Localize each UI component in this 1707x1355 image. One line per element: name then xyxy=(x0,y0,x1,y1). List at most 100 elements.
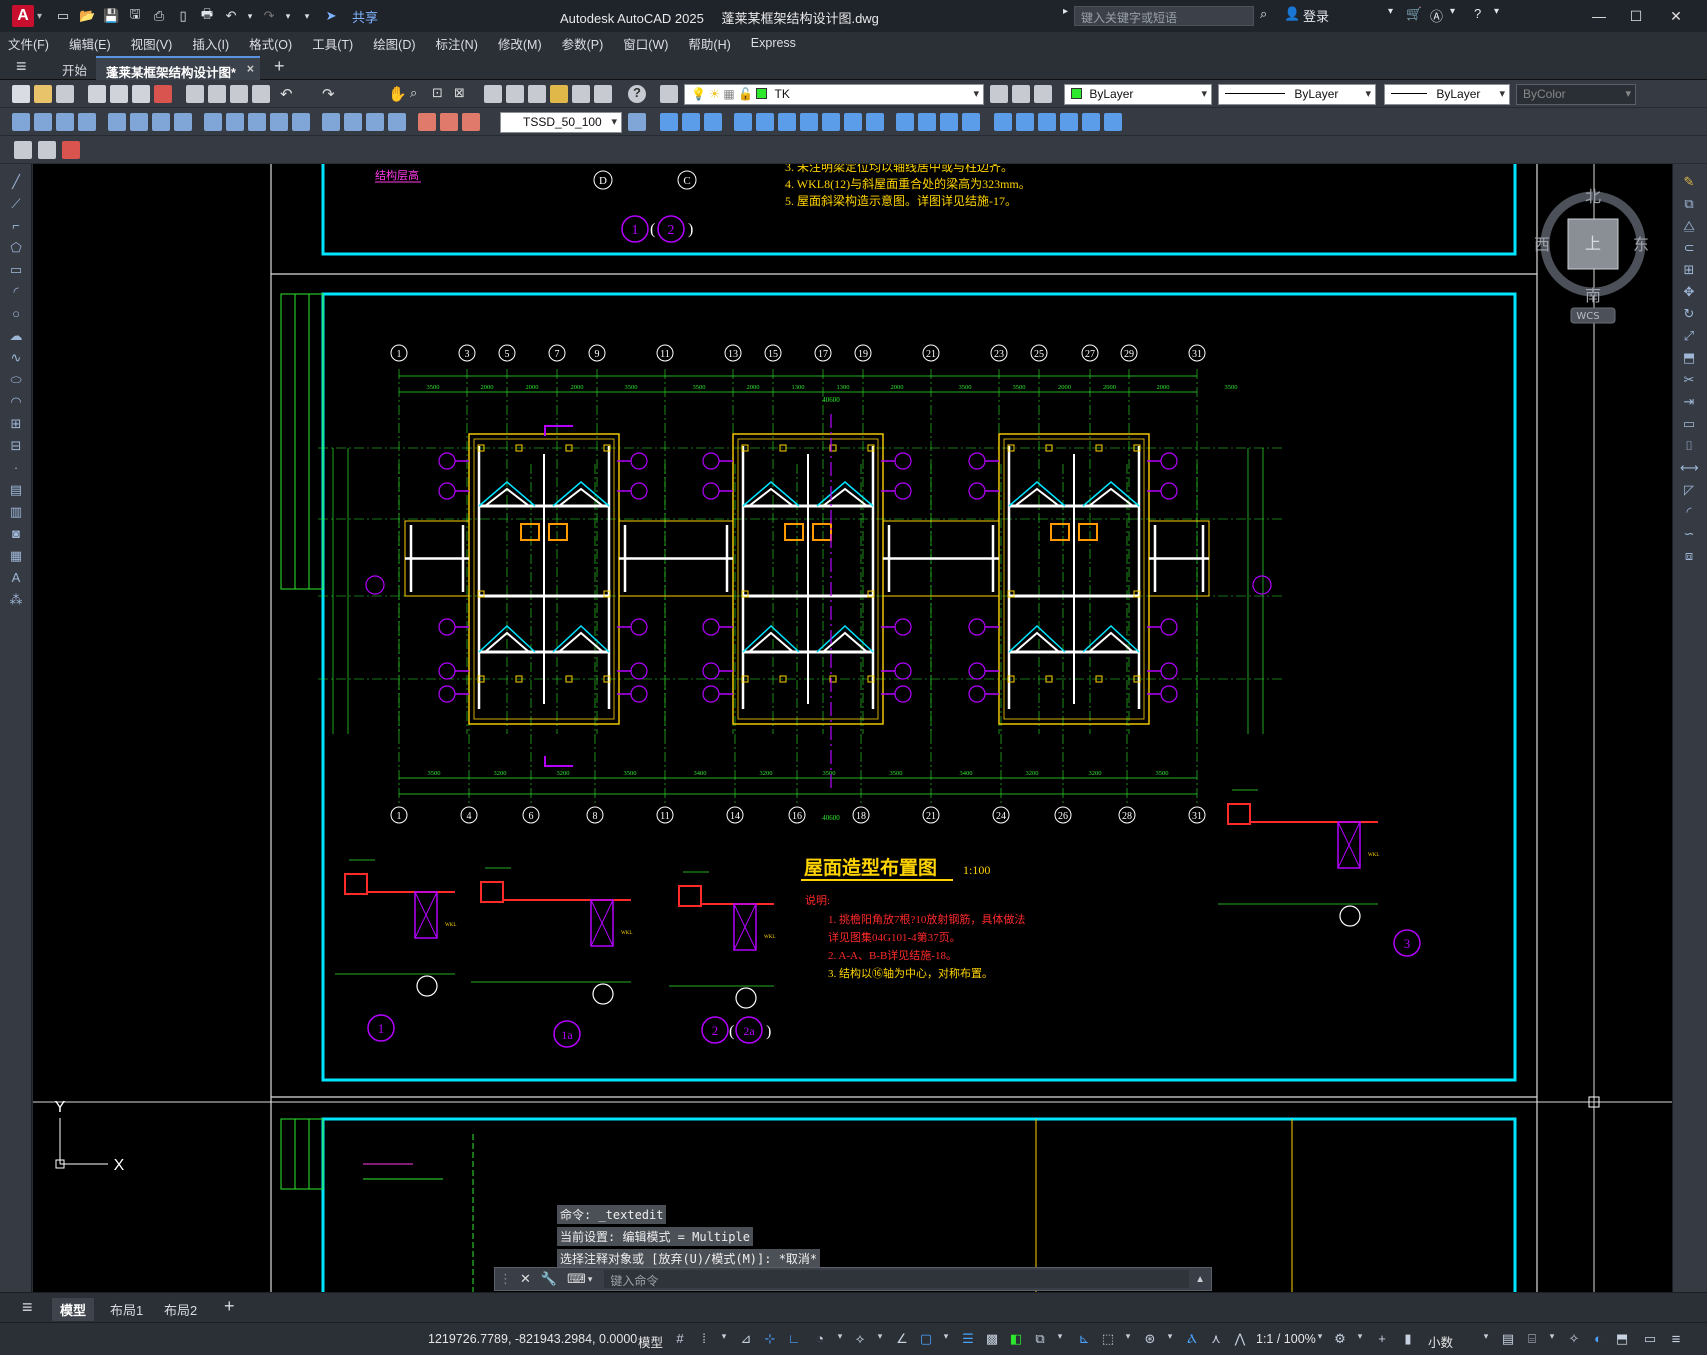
snap-dropdown-icon[interactable]: ▾ xyxy=(716,1331,732,1347)
view-back-icon[interactable] xyxy=(778,113,796,131)
save-as-icon[interactable]: 🖫 xyxy=(126,6,144,25)
copy-object-icon[interactable]: ⧉ xyxy=(1680,196,1698,212)
isodraft-icon[interactable]: ⟡ xyxy=(852,1331,868,1347)
isolate-objects-icon[interactable]: ✧ xyxy=(1566,1331,1582,1347)
tab-model[interactable]: 模型 xyxy=(52,1298,95,1321)
stretch-icon[interactable]: ⬒ xyxy=(1680,350,1698,366)
ucs-previous-icon[interactable] xyxy=(1038,113,1056,131)
new-file-icon[interactable]: ▭ xyxy=(54,7,72,25)
quick-dim-icon[interactable] xyxy=(204,113,222,131)
angular-dim-icon[interactable] xyxy=(174,113,192,131)
command-customize-icon[interactable]: 🔧 xyxy=(541,1271,557,1287)
make-current-icon[interactable] xyxy=(990,85,1008,103)
view-bottom-icon[interactable] xyxy=(682,113,700,131)
redo-toolbar-icon[interactable]: ↷ xyxy=(322,85,340,103)
zoom-window-icon[interactable]: ⊡ xyxy=(432,85,450,103)
undo-toolbar-icon[interactable]: ↶ xyxy=(280,85,298,103)
mirror-icon[interactable]: ⧋ xyxy=(1680,218,1698,234)
scale-icon[interactable]: ⤢ xyxy=(1680,328,1698,344)
menu-format[interactable]: 格式(O) xyxy=(239,34,302,53)
dim-space-icon[interactable] xyxy=(270,113,288,131)
gizmo-dropdown-icon[interactable]: ▾ xyxy=(1162,1331,1178,1347)
ucs-object-icon[interactable] xyxy=(1082,113,1100,131)
construction-line-icon[interactable]: ⟋ xyxy=(7,196,25,212)
offset-icon[interactable]: ⊂ xyxy=(1680,240,1698,256)
move-icon[interactable]: ✥ xyxy=(1680,284,1698,300)
tab-layout1[interactable]: 布局1 xyxy=(102,1298,151,1321)
open-file-icon[interactable]: 📂 xyxy=(78,7,96,25)
viewcube-west[interactable]: 西 xyxy=(1534,235,1550,254)
cart-icon[interactable]: 🛒 xyxy=(1406,6,1422,22)
menu-express[interactable]: Express xyxy=(741,36,806,50)
view-right-icon[interactable] xyxy=(734,113,752,131)
add-layout-button[interactable]: + xyxy=(216,1294,243,1319)
break-icon[interactable]: ⌷ xyxy=(1680,438,1698,454)
hide-icon[interactable] xyxy=(940,113,958,131)
plotstyle-combo[interactable]: ByColor ▾ xyxy=(1516,84,1636,105)
insert-block-icon[interactable]: ⊞ xyxy=(7,416,25,432)
tab-layout2[interactable]: 布局2 xyxy=(156,1298,205,1321)
paste-icon[interactable] xyxy=(230,85,248,103)
dynamic-input-icon[interactable]: ⊹ xyxy=(762,1331,778,1347)
quick-properties-icon[interactable]: ▤ xyxy=(1500,1331,1516,1347)
sheet-set-icon[interactable] xyxy=(550,85,568,103)
gradient-icon[interactable]: ▥ xyxy=(7,504,25,520)
ordinate-dim-icon[interactable] xyxy=(78,113,96,131)
command-input[interactable]: 键入命令 xyxy=(604,1270,1190,1288)
viewcube-wcs[interactable]: WCS xyxy=(1576,311,1599,322)
customize-qat-icon[interactable]: ▾ xyxy=(298,7,316,25)
copy-icon[interactable] xyxy=(208,85,226,103)
ellipse-icon[interactable]: ⬭ xyxy=(7,372,25,388)
line-icon[interactable]: ╱ xyxy=(7,174,25,190)
save-toolbar-icon[interactable] xyxy=(56,85,74,103)
camera-icon[interactable] xyxy=(896,113,914,131)
point-icon[interactable]: · xyxy=(7,460,25,476)
help-icon[interactable]: ? xyxy=(1474,6,1481,21)
markup-icon[interactable] xyxy=(572,85,590,103)
tab-close-icon[interactable]: × xyxy=(247,62,254,76)
zoom-previous-icon[interactable]: ⊠ xyxy=(454,85,472,103)
radius-dim-icon[interactable] xyxy=(108,113,126,131)
transparency-icon[interactable]: ▩ xyxy=(984,1331,1000,1347)
ucs-world-icon[interactable] xyxy=(1016,113,1034,131)
inspect-icon[interactable] xyxy=(366,113,384,131)
dimstyle-manager-icon[interactable] xyxy=(628,113,646,131)
diameter-dim-icon[interactable] xyxy=(152,113,170,131)
viewcube-south[interactable]: 南 xyxy=(1585,286,1601,305)
infer-constraints-icon[interactable]: ⊿ xyxy=(738,1331,754,1347)
view-sw-icon[interactable] xyxy=(800,113,818,131)
aligned-dim-icon[interactable] xyxy=(34,113,52,131)
otrack-icon[interactable]: ∠ xyxy=(894,1331,910,1347)
maximize-icon[interactable]: ☐ xyxy=(1622,4,1650,28)
menu-tools[interactable]: 工具(T) xyxy=(302,34,363,53)
tssd-icon-2[interactable] xyxy=(38,141,56,159)
account-dropdown-icon[interactable]: ▾ xyxy=(1450,6,1455,17)
lineweight-combo[interactable]: ByLayer ▾ xyxy=(1384,84,1510,105)
share-icon[interactable]: ➤ xyxy=(322,7,340,25)
region-icon[interactable]: ◙ xyxy=(7,526,25,542)
revcloud-icon[interactable]: ☁ xyxy=(7,328,25,344)
view-front-icon[interactable] xyxy=(756,113,774,131)
viewcube-east[interactable]: 东 xyxy=(1633,235,1649,254)
annotation-monitor-icon[interactable]: + xyxy=(1374,1331,1390,1347)
redo-dropdown-icon[interactable]: ▾ xyxy=(284,7,292,25)
preview-icon[interactable] xyxy=(110,85,128,103)
3d-osnap-icon[interactable]: ⧉ xyxy=(1032,1331,1048,1347)
search-icon[interactable]: ⌕ xyxy=(1260,6,1267,22)
layer-combo[interactable]: 💡 ☀ ▦ 🔓 TK ▾ xyxy=(684,84,984,105)
tab-start[interactable]: 开始 xyxy=(52,56,97,80)
save-icon[interactable]: 💾 xyxy=(102,7,120,25)
command-close-icon[interactable]: ✕ xyxy=(520,1271,531,1287)
linetype-combo[interactable]: ByLayer ▾ xyxy=(1218,84,1376,105)
jogged-dim-icon[interactable] xyxy=(130,113,148,131)
tssd-icon-1[interactable] xyxy=(14,141,32,159)
undo-dropdown-icon[interactable]: ▾ xyxy=(246,7,254,25)
app-menu-button[interactable]: A xyxy=(12,5,34,27)
spline-icon[interactable]: ∿ xyxy=(7,350,25,366)
osnap-dropdown-icon[interactable]: ▾ xyxy=(938,1331,954,1347)
lock-ui-icon[interactable]: ⌸ xyxy=(1524,1331,1540,1347)
properties-icon[interactable] xyxy=(484,85,502,103)
undo-icon[interactable]: ↶ xyxy=(222,7,240,25)
view-left-icon[interactable] xyxy=(704,113,722,131)
view-nw-icon[interactable] xyxy=(866,113,884,131)
